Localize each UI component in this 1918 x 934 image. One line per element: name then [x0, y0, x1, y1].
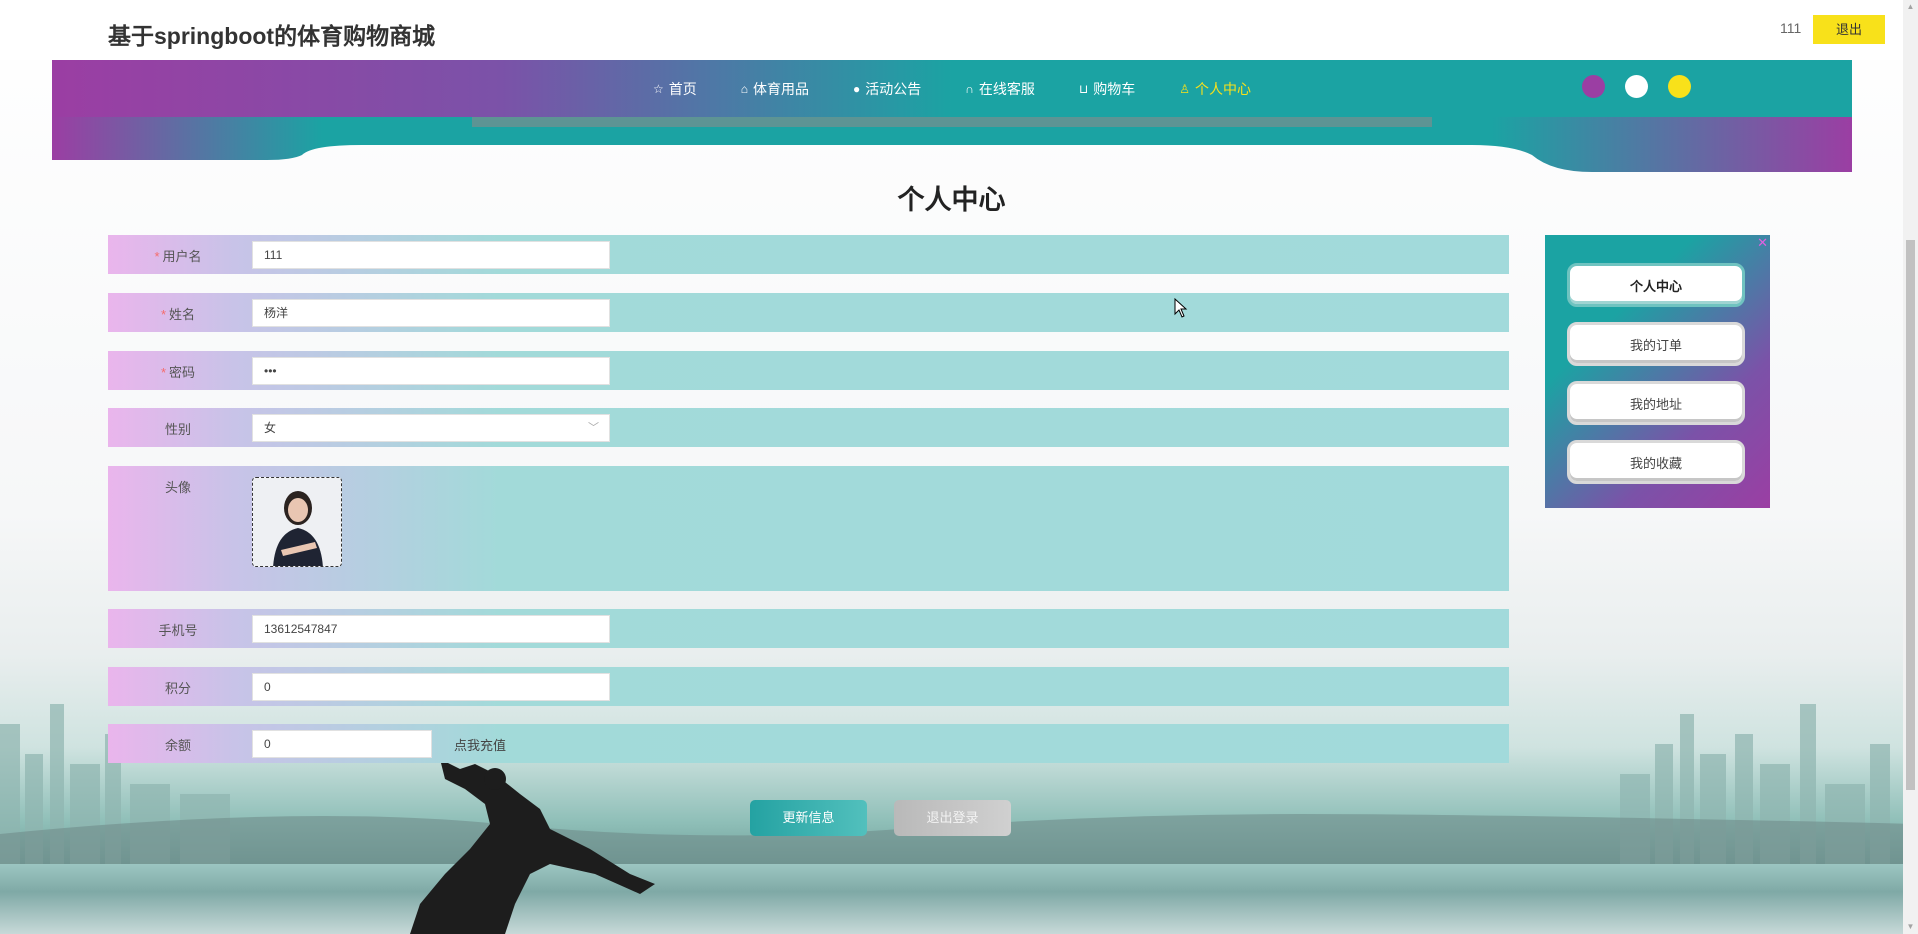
form-row-avatar: 头像: [108, 466, 1509, 591]
sidebar-item-profile[interactable]: 个人中心: [1567, 263, 1745, 307]
phone-input[interactable]: 13612547847: [252, 615, 610, 643]
avatar-image: [253, 478, 341, 566]
theme-dot-purple[interactable]: [1582, 75, 1605, 98]
cart-icon: ⊔: [1078, 81, 1089, 96]
password-label: 密码: [169, 365, 196, 380]
recharge-link[interactable]: 点我充值: [454, 735, 506, 754]
field-label: * 密码: [108, 362, 248, 381]
form-row-phone: 手机号 13612547847: [108, 609, 1509, 648]
points-input[interactable]: 0: [252, 673, 610, 701]
avatar-label: 头像: [164, 480, 191, 495]
nav-item-label: 活动公告: [865, 80, 922, 97]
phone-label: 手机号: [158, 623, 198, 638]
chevron-down-icon: ﹀: [588, 422, 599, 434]
required-asterisk-icon: *: [160, 307, 167, 322]
field-label: * 姓名: [108, 304, 248, 323]
nav-item-label: 在线客服: [978, 80, 1035, 97]
form-row-username: * 用户名 111: [108, 235, 1509, 274]
nav-banner: ☆ 首页 ⌂ 体育用品 ● 活动公告 ∩ 在线客服 ⊔ 购物车 ♙ 个人中心: [52, 60, 1852, 172]
gender-selected-value: 女: [264, 421, 277, 435]
form-row-points: 积分 0: [108, 667, 1509, 706]
page-scrollbar[interactable]: ▲ ▼: [1903, 0, 1918, 934]
headset-icon: ∩: [965, 81, 974, 96]
scroll-thumb[interactable]: [1906, 240, 1915, 790]
sidebar-item-orders[interactable]: 我的订单: [1567, 322, 1745, 366]
info-icon: ●: [853, 81, 861, 96]
theme-dot-white[interactable]: [1625, 75, 1648, 98]
water: [0, 864, 1918, 934]
bag-icon: ⌂: [740, 81, 748, 96]
name-label: 姓名: [169, 307, 196, 322]
gender-label: 性别: [164, 422, 191, 437]
sidebar-item-favorites[interactable]: 我的收藏: [1567, 440, 1745, 484]
current-user-name: 111: [1780, 20, 1802, 36]
username-input[interactable]: 111: [252, 241, 610, 269]
avatar-upload[interactable]: [252, 477, 342, 567]
field-label: * 用户名: [108, 246, 248, 265]
required-asterisk-icon: *: [154, 249, 160, 264]
form-row-balance: 余额 0 点我充值: [108, 724, 1509, 763]
nav-item-home[interactable]: ☆ 首页: [631, 79, 719, 99]
user-icon: ♙: [1179, 81, 1191, 96]
form-row-gender: 性别 女 ﹀: [108, 408, 1509, 447]
profile-sidebar: ✕ 个人中心 我的订单 我的地址 我的收藏: [1545, 235, 1770, 508]
nav-item-cart[interactable]: ⊔ 购物车: [1057, 79, 1157, 99]
required-asterisk-icon: *: [160, 365, 167, 380]
form-row-password: * 密码 •••: [108, 351, 1509, 390]
nav-item-label: 个人中心: [1195, 80, 1252, 97]
nav-item-sports-goods[interactable]: ⌂ 体育用品: [719, 79, 831, 99]
nav-item-label: 体育用品: [753, 80, 809, 97]
form-row-name: * 姓名 杨洋: [108, 293, 1509, 332]
site-title: 基于springboot的体育购物商城: [108, 23, 436, 49]
balance-input[interactable]: 0: [252, 730, 432, 758]
scroll-down-arrow-icon[interactable]: ▼: [1906, 922, 1915, 932]
nav-item-label: 首页: [668, 80, 697, 97]
star-icon: ☆: [652, 81, 664, 96]
nav-item-profile[interactable]: ♙ 个人中心: [1157, 79, 1273, 99]
scroll-up-arrow-icon[interactable]: ▲: [1906, 2, 1915, 12]
balance-label: 余额: [164, 738, 191, 753]
page-title: 个人中心: [897, 185, 1006, 215]
nav-item-customer-service[interactable]: ∩ 在线客服: [943, 79, 1057, 99]
close-icon[interactable]: ✕: [1757, 235, 1768, 251]
username-label: 用户名: [162, 249, 202, 264]
points-label: 积分: [164, 681, 191, 696]
header-logout-button[interactable]: 退出: [1813, 15, 1885, 44]
gender-select[interactable]: 女 ﹀: [252, 414, 610, 442]
nav-item-label: 购物车: [1093, 80, 1136, 97]
update-info-button[interactable]: 更新信息: [750, 800, 867, 836]
runner-silhouette: [410, 759, 655, 934]
theme-dot-yellow[interactable]: [1668, 75, 1691, 98]
name-input[interactable]: 杨洋: [252, 299, 610, 327]
logout-account-button[interactable]: 退出登录: [894, 800, 1011, 836]
sidebar-item-address[interactable]: 我的地址: [1567, 381, 1745, 425]
top-header: 基于springboot的体育购物商城 111 退出: [0, 0, 1903, 60]
theme-switcher: [1582, 75, 1691, 98]
nav-item-announcements[interactable]: ● 活动公告: [831, 79, 943, 99]
password-input[interactable]: •••: [252, 357, 610, 385]
mouse-cursor-icon: [1174, 298, 1188, 318]
